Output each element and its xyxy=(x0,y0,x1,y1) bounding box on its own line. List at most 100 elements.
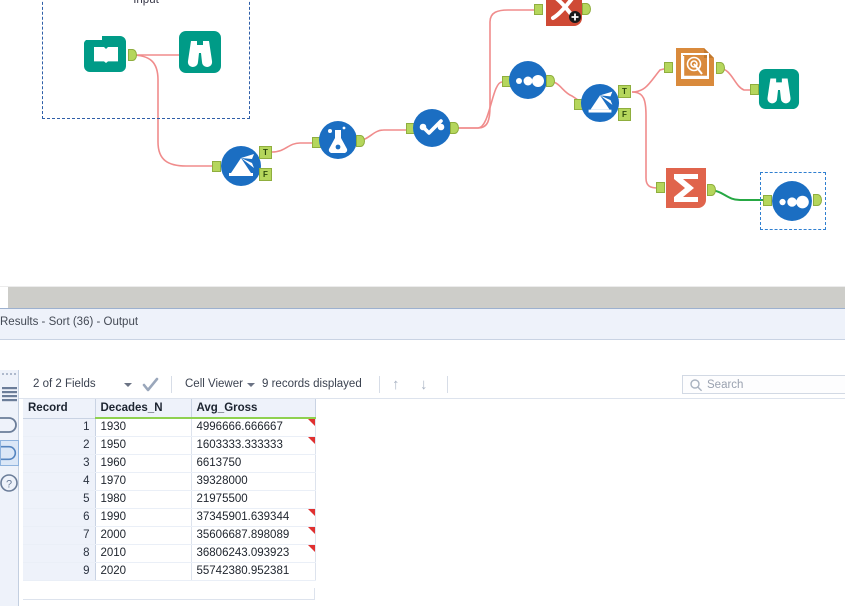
cell-record[interactable]: 4 xyxy=(23,472,96,491)
cell-record[interactable]: 9 xyxy=(23,562,96,581)
grid-empty-row xyxy=(23,588,315,600)
cell-decades-n[interactable]: 2020 xyxy=(95,562,192,581)
table-row[interactable]: 4 1970 39328000 xyxy=(23,472,316,491)
results-grid[interactable]: Record Decades_N Avg_Gross 1 1930 499666… xyxy=(19,399,845,606)
alteryx-designer-window: Input T F T F Results - Sort (36) - Outp… xyxy=(0,0,845,606)
results-panel-title: Results - Sort (36) - Output xyxy=(0,316,139,328)
table-header-row: Record Decades_N Avg_Gross xyxy=(23,399,316,419)
cell-avg-gross[interactable]: 6613750 xyxy=(191,454,316,473)
results-table[interactable]: Record Decades_N Avg_Gross 1 1930 499666… xyxy=(23,399,316,581)
fields-selector-caret-icon[interactable] xyxy=(124,383,132,387)
filter-tool-2-false-anchor[interactable]: F xyxy=(618,108,631,121)
rail-button-help[interactable]: ? xyxy=(0,470,19,496)
select-tool-output-anchor[interactable] xyxy=(546,75,555,87)
rail-button-output-anchor[interactable] xyxy=(0,440,19,466)
table-row[interactable]: 3 1960 6613750 xyxy=(23,454,316,473)
cell-record[interactable]: 3 xyxy=(23,454,96,473)
records-displayed-label: 9 records displayed xyxy=(262,378,362,390)
crosstab-output-anchor[interactable] xyxy=(582,3,591,15)
apply-check-button[interactable] xyxy=(141,370,159,399)
sort-tool-output-anchor[interactable] xyxy=(813,194,822,206)
summarize-tool[interactable] xyxy=(664,166,708,215)
data-cleansing-output-anchor[interactable] xyxy=(450,122,459,134)
splitter-bar[interactable] xyxy=(8,287,845,308)
search-placeholder: Search xyxy=(707,379,744,391)
report-chart-tool[interactable] xyxy=(674,46,716,93)
cell-record[interactable]: 8 xyxy=(23,544,96,563)
cell-decades-n[interactable]: 1970 xyxy=(95,472,192,491)
formula-tool-output-anchor[interactable] xyxy=(356,135,365,147)
filter-tool-1-true-anchor[interactable]: T xyxy=(259,146,272,159)
scroll-up-button[interactable]: ↑ xyxy=(392,370,400,399)
browse-tool-input[interactable] xyxy=(178,30,222,79)
filter-tool-1-false-anchor[interactable]: F xyxy=(259,168,272,181)
column-header-decades-n[interactable]: Decades_N xyxy=(95,399,192,419)
check-icon xyxy=(142,377,159,392)
results-side-rail[interactable]: ? xyxy=(0,370,19,606)
workflow-canvas[interactable]: Input T F T F xyxy=(0,0,845,286)
fields-selector-label[interactable]: 2 of 2 Fields xyxy=(33,370,96,399)
column-header-record[interactable]: Record xyxy=(23,399,96,419)
formula-tool[interactable] xyxy=(318,120,358,165)
table-row[interactable]: 5 1980 21975500 xyxy=(23,490,316,509)
cell-avg-gross[interactable]: 21975500 xyxy=(191,490,316,509)
toolbar-divider-1 xyxy=(171,376,172,393)
input-data-tool[interactable] xyxy=(83,32,128,81)
column-header-avg-gross[interactable]: Avg_Gross xyxy=(191,399,316,419)
cell-record[interactable]: 1 xyxy=(23,418,96,437)
table-row[interactable]: 2 1950 1603333.333333 xyxy=(23,436,316,455)
cell-record[interactable]: 7 xyxy=(23,526,96,545)
results-panel-body: ? 2 of 2 Fields Cell Viewer 9 records di… xyxy=(0,339,845,606)
summarize-output-anchor[interactable] xyxy=(707,184,716,196)
report-chart-input-anchor[interactable] xyxy=(664,62,673,73)
table-row[interactable]: 7 2000 35606687.898089 xyxy=(23,526,316,545)
sigma-icon xyxy=(666,168,706,208)
cell-decades-n[interactable]: 1980 xyxy=(95,490,192,509)
crosstab-input-anchor[interactable] xyxy=(534,4,543,15)
cell-avg-gross[interactable]: 4996666.666667 xyxy=(191,418,316,437)
anchor-out-icon xyxy=(0,445,17,461)
table-row[interactable]: 9 2020 55742380.952381 xyxy=(23,562,316,581)
results-toolbar[interactable]: 2 of 2 Fields Cell Viewer 9 records disp… xyxy=(19,370,845,399)
cell-viewer-caret-icon[interactable] xyxy=(247,383,255,387)
browse-tool-report[interactable] xyxy=(758,68,800,115)
rail-button-input-anchor[interactable] xyxy=(0,412,19,438)
check-circle-icon xyxy=(413,109,451,147)
cell-decades-n[interactable]: 1960 xyxy=(95,454,192,473)
panel-splitter[interactable] xyxy=(0,286,845,310)
filter-tool-2-true-anchor[interactable]: T xyxy=(618,85,631,98)
sort-tool[interactable] xyxy=(771,180,813,227)
table-row[interactable]: 6 1990 37345901.639344 xyxy=(23,508,316,527)
cell-avg-gross[interactable]: 36806243.093923 xyxy=(191,544,316,563)
cell-avg-gross[interactable]: 37345901.639344 xyxy=(191,508,316,527)
cell-record[interactable]: 5 xyxy=(23,490,96,509)
cell-record[interactable]: 2 xyxy=(23,436,96,455)
cell-flag-icon xyxy=(307,544,315,552)
input-data-output-anchor[interactable] xyxy=(128,49,137,61)
cell-avg-gross[interactable]: 39328000 xyxy=(191,472,316,491)
rail-grip-icon xyxy=(2,373,17,378)
cell-avg-gross[interactable]: 1603333.333333 xyxy=(191,436,316,455)
cell-decades-n[interactable]: 2010 xyxy=(95,544,192,563)
cell-viewer-label[interactable]: Cell Viewer xyxy=(185,370,243,399)
cell-decades-n[interactable]: 1950 xyxy=(95,436,192,455)
cell-avg-gross[interactable]: 35606687.898089 xyxy=(191,526,316,545)
filter-tool-2[interactable] xyxy=(580,83,620,128)
cell-decades-n[interactable]: 1990 xyxy=(95,508,192,527)
table-row[interactable]: 1 1930 4996666.666667 xyxy=(23,418,316,437)
report-chart-output-anchor[interactable] xyxy=(716,62,725,74)
data-cleansing-tool[interactable] xyxy=(412,108,452,153)
cell-avg-gross[interactable]: 55742380.952381 xyxy=(191,562,316,581)
select-tool[interactable] xyxy=(508,60,548,105)
rail-button-messages[interactable] xyxy=(0,380,19,406)
flask-icon xyxy=(319,121,357,159)
filter-tool-1[interactable] xyxy=(220,145,262,192)
cell-decades-n[interactable]: 1930 xyxy=(95,418,192,437)
crosstab-tool[interactable] xyxy=(544,0,584,33)
cell-record[interactable]: 6 xyxy=(23,508,96,527)
scroll-down-button[interactable]: ↓ xyxy=(420,370,428,399)
search-input[interactable]: Search xyxy=(682,375,845,394)
cell-decades-n[interactable]: 2000 xyxy=(95,526,192,545)
table-row[interactable]: 8 2010 36806243.093923 xyxy=(23,544,316,563)
binoculars-icon xyxy=(179,31,221,73)
